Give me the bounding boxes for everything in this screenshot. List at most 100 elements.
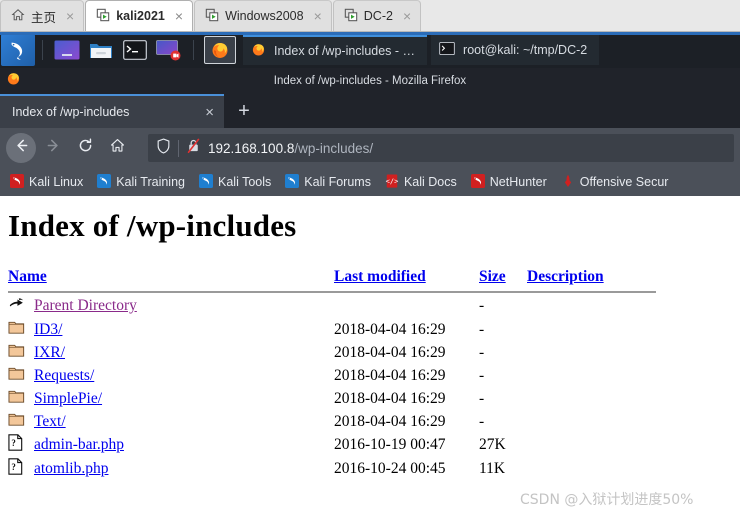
table-row[interactable]: IXR/ 2018-04-04 16:29 - (8, 341, 656, 364)
arrow-right-icon (45, 137, 62, 159)
row-name-cell: SimplePie/ (34, 387, 334, 410)
sort-by-name-link[interactable]: Name (8, 268, 47, 285)
firefox-icon[interactable] (204, 36, 236, 64)
table-row[interactable]: Parent Directory - (8, 294, 656, 318)
table-row[interactable]: ? admin-bar.php 2016-10-19 00:47 27K (8, 433, 656, 457)
row-desc-cell (527, 341, 656, 364)
table-row[interactable]: Requests/ 2018-04-04 16:29 - (8, 364, 656, 387)
vm-icon (205, 8, 219, 25)
vmware-tab-label: 主页 (31, 10, 57, 25)
screen: 主页 × kali2021 × Windows2008 × DC-2 × Ind… (0, 0, 740, 516)
file-manager-icon[interactable] (87, 38, 115, 62)
kali-dragon-red-icon (470, 173, 485, 191)
sort-by-date-link[interactable]: Last modified (334, 268, 426, 285)
row-icon-cell (8, 294, 34, 318)
row-icon-cell (8, 364, 34, 387)
kali-dragon-blue-icon (285, 173, 300, 191)
bookmark-offensive-security[interactable]: Offensive Secur (555, 172, 675, 193)
file-link[interactable]: Parent Directory (34, 297, 137, 314)
vmware-tab-home[interactable]: 主页 × (0, 0, 85, 31)
bookmark-kali-linux[interactable]: Kali Linux (4, 172, 89, 193)
row-name-cell: Parent Directory (34, 294, 334, 318)
home-button[interactable] (102, 133, 132, 163)
new-tab-button[interactable]: + (224, 94, 264, 128)
kali-docs-icon: </> (385, 173, 399, 191)
bookmark-kali-training[interactable]: Kali Training (91, 172, 191, 193)
row-desc-cell (527, 410, 656, 433)
folder-icon (8, 342, 25, 363)
vmware-tab-kali2021[interactable]: kali2021 × (85, 0, 194, 31)
app-switcher-icon[interactable] (53, 38, 81, 62)
offsec-icon (561, 174, 575, 191)
vmware-tab-close-icon[interactable]: × (314, 9, 322, 23)
sort-by-description-link[interactable]: Description (527, 268, 604, 285)
row-date-cell: 2018-04-04 16:29 (334, 412, 446, 430)
table-row[interactable]: ID3/ 2018-04-04 16:29 - (8, 318, 656, 341)
row-name-cell: admin-bar.php (34, 433, 334, 457)
terminal-icon[interactable] (121, 38, 149, 62)
vmware-tab-dc2[interactable]: DC-2 × (332, 0, 422, 31)
vmware-tab-close-icon[interactable]: × (175, 9, 183, 23)
row-date-cell: 2016-10-24 00:45 (334, 460, 446, 477)
sort-by-size-link[interactable]: Size (479, 268, 506, 285)
file-link[interactable]: atomlib.php (34, 460, 108, 477)
row-date-cell: 2018-04-04 16:29 (334, 389, 446, 407)
shield-icon[interactable] (156, 137, 171, 159)
table-row[interactable]: Text/ 2018-04-04 16:29 - (8, 410, 656, 433)
folder-icon (8, 388, 25, 409)
bookmark-kali-docs[interactable]: </> Kali Docs (379, 172, 463, 193)
kali-dragon-red-icon (10, 173, 24, 191)
row-size-cell: - (479, 297, 485, 314)
bookmarks-toolbar: Kali Linux Kali Training Kali Tools Kali… (0, 168, 740, 196)
vmware-tab-close-icon[interactable]: × (403, 9, 411, 23)
row-size-cell: - (479, 389, 485, 407)
bookmark-kali-forums[interactable]: Kali Forums (279, 172, 377, 193)
file-link[interactable]: IXR/ (34, 344, 65, 361)
file-link[interactable]: Text/ (34, 413, 66, 430)
kali-dragon-icon[interactable] (1, 34, 35, 66)
bookmark-kali-tools[interactable]: Kali Tools (193, 172, 277, 193)
vmware-tab-close-icon[interactable]: × (66, 9, 74, 23)
kali-taskbar: Index of /wp-includes - … root@kali: ~/t… (0, 32, 740, 68)
lock-crossed-out-icon[interactable] (186, 138, 201, 159)
screen-recorder-icon[interactable] (155, 38, 183, 62)
back-button[interactable] (6, 133, 36, 163)
file-link[interactable]: admin-bar.php (34, 436, 124, 453)
kali-dragon-blue-icon (97, 173, 112, 191)
row-date-cell: 2018-04-04 16:29 (334, 366, 446, 384)
file-link[interactable]: Requests/ (34, 367, 94, 384)
address-bar[interactable]: 192.168.100.8/wp-includes/ (148, 134, 734, 162)
taskbar-window-firefox[interactable]: Index of /wp-includes - … (243, 35, 428, 65)
firefox-navigation-toolbar: 192.168.100.8/wp-includes/ (0, 128, 740, 168)
urlbar-divider (178, 139, 179, 157)
bookmark-nethunter[interactable]: NetHunter (465, 172, 553, 193)
vmware-tab-windows2008[interactable]: Windows2008 × (194, 0, 332, 31)
parent-directory-icon (8, 295, 26, 317)
bookmark-label: Kali Forums (304, 175, 371, 189)
browser-tab-label: Index of /wp-includes (12, 105, 130, 119)
row-size-cell: - (479, 412, 485, 430)
table-row[interactable]: SimplePie/ 2018-04-04 16:29 - (8, 387, 656, 410)
bookmark-label: NetHunter (489, 175, 547, 189)
terminal-icon (439, 41, 455, 58)
page-title: Index of /wp-includes (8, 208, 297, 243)
unknown-file-icon: ? (8, 434, 23, 456)
row-desc-cell (527, 387, 656, 410)
row-icon-cell (8, 341, 34, 364)
svg-text:</>: </> (386, 177, 399, 185)
column-header-size: Size (479, 268, 527, 290)
file-link[interactable]: ID3/ (34, 321, 62, 338)
reload-button[interactable] (70, 133, 100, 163)
url-display[interactable]: 192.168.100.8/wp-includes/ (208, 141, 373, 156)
table-row[interactable]: ? atomlib.php 2016-10-24 00:45 11K (8, 457, 656, 481)
row-desc-cell (527, 364, 656, 387)
forward-button[interactable] (38, 133, 68, 163)
row-icon-cell (8, 387, 34, 410)
close-icon[interactable]: × (205, 105, 214, 120)
taskbar-window-title: Index of /wp-includes - … (274, 44, 416, 58)
taskbar-window-terminal[interactable]: root@kali: ~/tmp/DC-2 (431, 35, 600, 65)
file-link[interactable]: SimplePie/ (34, 390, 102, 407)
browser-tab-wp-includes[interactable]: Index of /wp-includes × (0, 94, 224, 128)
vmware-tabstrip-filler (422, 0, 740, 31)
row-icon-cell (8, 410, 34, 433)
